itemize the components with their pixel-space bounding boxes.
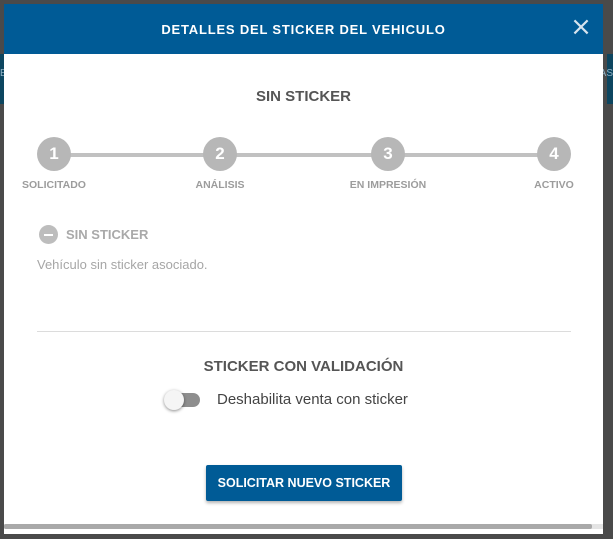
toggle-knob[interactable] [164, 389, 184, 410]
close-icon[interactable]: × [569, 14, 593, 40]
step-label: EN IMPRESIÓN [349, 179, 427, 191]
validation-title: STICKER CON VALIDACIÓN [203, 358, 404, 375]
step-label: ACTIVO [534, 179, 574, 191]
step-analisis: 2 ANÁLISIS [170, 137, 270, 191]
validation-toggle-row: Deshabilita venta con sticker [164, 389, 408, 410]
sticker-details-modal: DETALLES DEL STICKER DEL VEHICULO × SIN … [4, 4, 603, 534]
step-number-circle: 1 [37, 137, 71, 171]
modal-header: DETALLES DEL STICKER DEL VEHICULO × [4, 4, 603, 54]
step-solicitado: 1 SOLICITADO [4, 137, 104, 191]
sticker-status-title: SIN STICKER [255, 88, 351, 105]
step-number-circle: 3 [371, 137, 405, 171]
sticker-progress-stepper: 1 SOLICITADO 2 ANÁLISIS 3 EN IMPRESIÓN 4… [4, 137, 603, 197]
toggle-label: Deshabilita venta con sticker [217, 391, 408, 408]
section-divider [37, 331, 571, 332]
minus-circle-icon [39, 225, 58, 244]
sticker-description: Vehículo sin sticker asociado. [37, 257, 208, 272]
step-activo: 4 ACTIVO [504, 137, 603, 191]
disable-sale-toggle[interactable] [164, 389, 200, 410]
request-new-sticker-button[interactable]: SOLICITAR NUEVO STICKER [206, 465, 402, 501]
stepper-line [54, 153, 554, 157]
horizontal-scrollbar[interactable] [4, 524, 603, 529]
step-number-circle: 4 [537, 137, 571, 171]
modal-title: DETALLES DEL STICKER DEL VEHICULO [161, 21, 446, 37]
step-label: ANÁLISIS [195, 179, 245, 191]
sticker-state: SIN STICKER [39, 225, 148, 244]
step-label: SOLICITADO [22, 179, 86, 191]
step-number-circle: 2 [203, 137, 237, 171]
background-navbar-right: AS [600, 54, 613, 104]
scrollbar-thumb[interactable] [4, 524, 592, 529]
step-en-impresion: 3 EN IMPRESIÓN [338, 137, 438, 191]
sticker-state-label: SIN STICKER [66, 227, 149, 242]
